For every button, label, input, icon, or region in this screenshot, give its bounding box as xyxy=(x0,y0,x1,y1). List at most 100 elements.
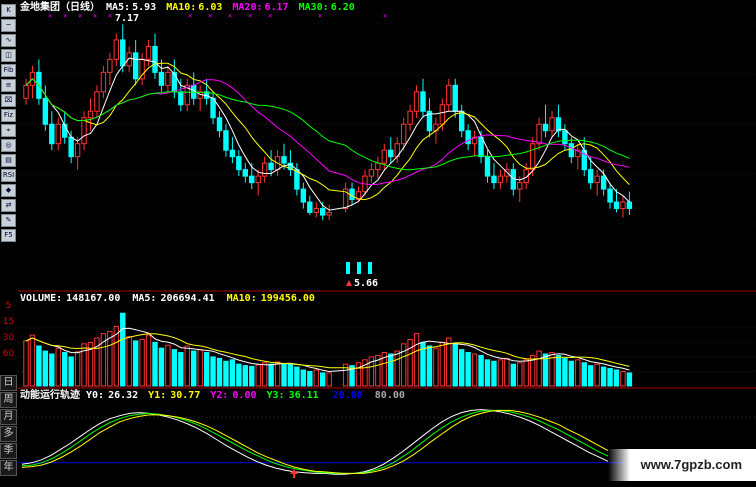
stock-chart[interactable]: × × × × × × × × × × × × 金地集团（日线） MA5: 5.93 MA10: 6.03 MA… xyxy=(18,0,756,487)
signal-marker: × xyxy=(318,12,322,20)
candle-body xyxy=(588,169,594,184)
volume-bar xyxy=(607,368,613,387)
volume-label: VOLUME: xyxy=(20,293,62,304)
candle-body xyxy=(249,175,255,184)
volume-bar xyxy=(171,349,178,387)
period-button-0[interactable]: 日 xyxy=(0,375,17,391)
volume-bar xyxy=(362,359,368,387)
vol-ma10-value: 199456.00 xyxy=(261,293,315,304)
toolbar-button-6[interactable]: ⌧ xyxy=(1,94,16,107)
candle-body xyxy=(497,175,504,184)
signal-marker: × xyxy=(228,12,232,20)
toolbar-button-9[interactable]: ◎ xyxy=(1,139,16,152)
volume-bar xyxy=(274,361,281,387)
signal-marker: × xyxy=(268,12,272,20)
left-toolbar: K ~ ∿ ◫ Fib ≡ ⌧ Fiz ⌖ ◎ ▤ RSI ◆ ⇄ ✎ F5 5 15 30 60 日周月多季年 xyxy=(0,0,19,487)
volume-bar xyxy=(158,347,165,387)
toolbar-button-13[interactable]: ⇄ xyxy=(1,199,16,212)
stock-title: 金地集团（日线） xyxy=(19,0,100,13)
candle-body xyxy=(446,84,452,106)
volume-bar xyxy=(326,372,332,387)
candle-body xyxy=(536,123,542,145)
toolbar-button-10[interactable]: ▤ xyxy=(1,154,16,167)
candle-body xyxy=(568,143,575,158)
toolbar-button-1[interactable]: ~ xyxy=(1,19,16,32)
volume-bar xyxy=(394,350,400,387)
volume-scale-label: 15 xyxy=(2,317,15,327)
candle-body xyxy=(413,91,420,112)
candle-body xyxy=(94,91,100,112)
volume-bar xyxy=(452,343,458,387)
ma30-value: 6.20 xyxy=(331,2,355,13)
candle-body xyxy=(113,39,119,60)
candle-body xyxy=(517,182,523,190)
volume-bar xyxy=(433,347,439,387)
candle-body xyxy=(452,84,458,112)
volume-bar xyxy=(581,362,587,387)
candle-body xyxy=(368,262,372,274)
volume-bar xyxy=(413,333,420,387)
period-button-2[interactable]: 月 xyxy=(0,409,17,425)
volume-bar xyxy=(36,345,42,387)
indicator-header: 动能运行轨迹 Y0: 26.32 Y1: 30.77 Y2: 0.00 Y3: 36.11 20.… xyxy=(20,388,405,401)
volume-bar xyxy=(62,352,68,387)
volume-bar xyxy=(626,372,633,387)
volume-bar xyxy=(126,336,132,387)
low-price-label: 5.66 xyxy=(354,278,378,289)
toolbar-button-5[interactable]: ≡ xyxy=(1,79,16,92)
volume-bar xyxy=(216,357,223,387)
volume-bar xyxy=(510,363,517,387)
volume-bar xyxy=(407,338,413,387)
candle-body xyxy=(626,201,633,210)
volume-bar xyxy=(504,357,510,387)
toolbar-button-7[interactable]: Fiz xyxy=(1,109,16,122)
toolbar-button-11[interactable]: RSI xyxy=(1,169,16,182)
period-button-1[interactable]: 周 xyxy=(0,392,17,408)
candle-body xyxy=(300,188,307,203)
candle-body xyxy=(555,117,562,132)
toolbar-button-0[interactable]: K xyxy=(1,4,16,17)
candle-body xyxy=(74,143,81,158)
level-2-value: 80.00 xyxy=(375,390,405,401)
candle-body xyxy=(594,175,600,184)
candle-body xyxy=(223,130,229,151)
toolbar-button-15[interactable]: F5 xyxy=(1,229,16,242)
toolbar-button-3[interactable]: ◫ xyxy=(1,49,16,62)
ma20-label: MA20: xyxy=(232,2,262,13)
volume-bar xyxy=(23,340,29,387)
candle-body xyxy=(388,149,394,158)
period-button-4[interactable]: 季 xyxy=(0,443,17,459)
candle-body xyxy=(152,45,158,73)
signal-marker: × xyxy=(248,12,252,20)
candle-body xyxy=(261,162,268,177)
volume-bar xyxy=(210,356,216,387)
candle-body xyxy=(368,169,375,177)
toolbar-button-14[interactable]: ✎ xyxy=(1,214,16,227)
candle-body xyxy=(420,91,426,112)
period-button-5[interactable]: 年 xyxy=(0,460,17,476)
toolbar-button-4[interactable]: Fib xyxy=(1,64,16,77)
volume-bar xyxy=(594,363,600,387)
volume-bar xyxy=(446,337,452,387)
signal-marker: × xyxy=(48,12,52,20)
toolbar-button-8[interactable]: ⌖ xyxy=(1,124,16,137)
candle-body xyxy=(42,97,49,125)
toolbar-button-2[interactable]: ∿ xyxy=(1,34,16,47)
volume-bar xyxy=(287,363,294,387)
volume-bar xyxy=(300,369,307,387)
volume-scale-label: 5 xyxy=(5,301,12,311)
signal-marker: × xyxy=(93,12,97,20)
ma10-value: 6.03 xyxy=(198,2,222,13)
volume-bar xyxy=(223,360,229,387)
volume-bar xyxy=(294,366,300,387)
toolbar-button-12[interactable]: ◆ xyxy=(1,184,16,197)
candle-body xyxy=(178,91,184,106)
candle-body xyxy=(529,143,536,171)
candle-body xyxy=(55,123,61,145)
volume-bar xyxy=(145,334,152,387)
period-button-3[interactable]: 多 xyxy=(0,426,17,442)
candle-body xyxy=(542,123,549,132)
ma20-value: 6.17 xyxy=(265,2,289,13)
candle-body xyxy=(607,188,613,203)
candle-body xyxy=(120,39,126,67)
